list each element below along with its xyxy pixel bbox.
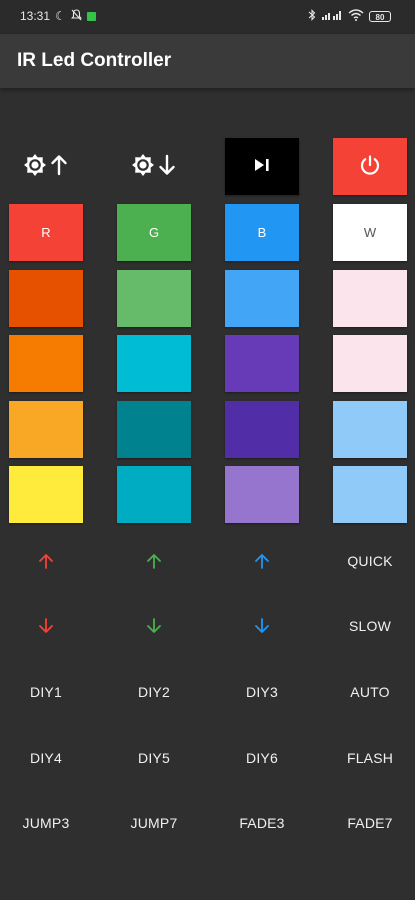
red-down-button[interactable] <box>9 597 83 654</box>
auto-button[interactable]: AUTO <box>333 663 407 720</box>
color-label-w: W <box>363 225 377 240</box>
color-button-green[interactable]: G <box>117 204 191 261</box>
brightness-down-button[interactable] <box>117 138 191 195</box>
color-button-white[interactable]: W <box>333 204 407 261</box>
color-label-b: B <box>257 225 267 240</box>
red-up-button[interactable] <box>9 532 83 589</box>
color-button-deep-purple[interactable] <box>225 401 299 458</box>
color-button-lavender[interactable] <box>225 466 299 523</box>
slow-button[interactable]: SLOW <box>333 597 407 654</box>
green-up-button[interactable] <box>117 532 191 589</box>
power-button[interactable] <box>333 138 407 195</box>
color-button-dark-orange[interactable] <box>9 270 83 327</box>
play-pause-button[interactable] <box>225 138 299 195</box>
color-button-pale-pink[interactable] <box>333 270 407 327</box>
diy5-button[interactable]: DIY5 <box>117 729 191 786</box>
remote-grid: R G B W QUICK SLOW DIY1 DIY2 DIY3 AUTO D… <box>0 0 415 900</box>
color-button-yellow[interactable] <box>9 466 83 523</box>
color-button-light-green[interactable] <box>117 270 191 327</box>
jump7-button[interactable]: JUMP7 <box>117 794 191 851</box>
arrow-down-icon <box>145 617 163 635</box>
jump3-button[interactable]: JUMP3 <box>9 794 83 851</box>
diy6-button[interactable]: DIY6 <box>225 729 299 786</box>
color-button-dark-cyan[interactable] <box>117 466 191 523</box>
blue-up-button[interactable] <box>225 532 299 589</box>
color-button-cyan[interactable] <box>117 335 191 392</box>
brightness-up-button[interactable] <box>9 138 83 195</box>
brightness-up-icon <box>23 152 69 181</box>
diy2-button[interactable]: DIY2 <box>117 663 191 720</box>
brightness-down-icon <box>131 152 177 181</box>
arrow-down-icon <box>253 617 271 635</box>
power-icon <box>359 154 381 179</box>
arrow-up-icon <box>37 552 55 570</box>
diy3-button[interactable]: DIY3 <box>225 663 299 720</box>
diy1-button[interactable]: DIY1 <box>9 663 83 720</box>
color-label-r: R <box>41 225 51 240</box>
play-pause-icon <box>253 157 271 176</box>
color-button-pink-2[interactable] <box>333 335 407 392</box>
green-down-button[interactable] <box>117 597 191 654</box>
fade7-button[interactable]: FADE7 <box>333 794 407 851</box>
color-button-purple[interactable] <box>225 335 299 392</box>
color-button-teal[interactable] <box>117 401 191 458</box>
color-button-blue[interactable]: B <box>225 204 299 261</box>
color-button-light-blue[interactable] <box>225 270 299 327</box>
color-button-sky-blue-2[interactable] <box>333 466 407 523</box>
arrow-up-icon <box>253 552 271 570</box>
quick-button[interactable]: QUICK <box>333 532 407 589</box>
flash-button[interactable]: FLASH <box>333 729 407 786</box>
color-button-sky-blue[interactable] <box>333 401 407 458</box>
arrow-up-icon <box>145 552 163 570</box>
color-label-g: G <box>148 225 160 240</box>
color-button-red[interactable]: R <box>9 204 83 261</box>
color-button-amber[interactable] <box>9 401 83 458</box>
arrow-down-icon <box>37 617 55 635</box>
fade3-button[interactable]: FADE3 <box>225 794 299 851</box>
blue-down-button[interactable] <box>225 597 299 654</box>
color-button-orange[interactable] <box>9 335 83 392</box>
diy4-button[interactable]: DIY4 <box>9 729 83 786</box>
